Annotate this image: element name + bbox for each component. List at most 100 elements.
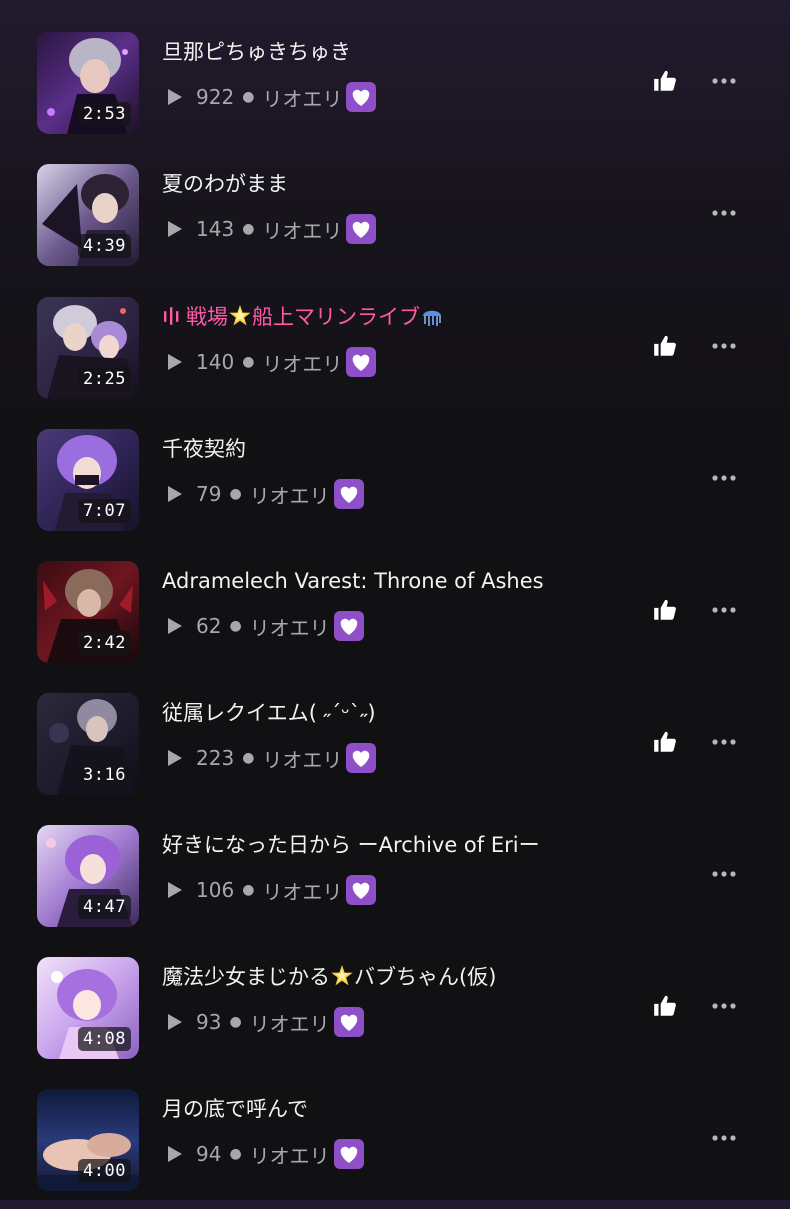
track-row[interactable]: 7:07 千夜契約 79 ● リオエリ <box>0 429 790 549</box>
like-button[interactable] <box>650 331 680 361</box>
track-duration: 4:00 <box>78 1159 131 1183</box>
track-title-live[interactable]: 戦場 船上マリンライブ <box>162 303 632 331</box>
separator-dot: ● <box>229 618 242 634</box>
track-title-main: 船上マリンライブ <box>252 305 420 329</box>
track-title[interactable]: 夏のわがまま <box>162 170 632 198</box>
separator-dot: ● <box>242 221 255 237</box>
play-count: 79 <box>196 482 222 506</box>
track-title-main: バブちゃん(仮) <box>354 965 497 989</box>
purple-heart-icon <box>346 82 377 112</box>
more-options-button[interactable] <box>708 1123 740 1153</box>
track-row[interactable]: 4:00 月の底で呼んで 94 ● リオエリ <box>0 1089 790 1209</box>
artist-name[interactable]: リオエリ <box>250 480 330 509</box>
artist-name[interactable]: リオエリ <box>262 83 342 112</box>
track-thumbnail[interactable]: 4:08 <box>37 957 139 1059</box>
track-thumbnail[interactable]: 4:39 <box>37 164 139 266</box>
play-count: 93 <box>196 1010 222 1034</box>
more-options-button[interactable] <box>708 463 740 493</box>
track-meta: 94 ● リオエリ <box>166 1139 364 1169</box>
track-duration: 3:16 <box>78 763 131 787</box>
track-duration: 4:47 <box>78 895 131 919</box>
track-row[interactable]: 2:53 旦那ピちゅきちゅき 922 ● リオエリ <box>0 32 790 152</box>
track-meta: 223 ● リオエリ <box>166 743 377 773</box>
track-meta: 140 ● リオエリ <box>166 347 377 377</box>
track-thumbnail[interactable]: 4:47 <box>37 825 139 927</box>
separator-dot: ● <box>242 354 255 370</box>
track-list: 2:53 旦那ピちゅきちゅき 922 ● リオエリ 4:39 夏のわがまま 14… <box>0 0 790 1200</box>
artist-name[interactable]: リオエリ <box>250 1008 330 1037</box>
track-duration: 2:25 <box>78 367 131 391</box>
more-options-button[interactable] <box>708 595 740 625</box>
track-meta: 922 ● リオエリ <box>166 82 377 112</box>
like-button[interactable] <box>650 66 680 96</box>
more-icon <box>712 343 736 349</box>
separator-dot: ● <box>229 1146 242 1162</box>
more-options-button[interactable] <box>708 198 740 228</box>
track-row[interactable]: 3:16 従属レクイエム( ˶ˊᵕˋ˶) 223 ● リオエリ <box>0 693 790 813</box>
track-title-prefix: 戦場 <box>186 305 228 329</box>
separator-dot: ● <box>229 486 242 502</box>
more-icon <box>712 210 736 216</box>
artist-name[interactable]: リオエリ <box>250 1140 330 1169</box>
play-count: 223 <box>196 746 235 770</box>
track-row[interactable]: 4:39 夏のわがまま 143 ● リオエリ <box>0 164 790 284</box>
track-thumbnail[interactable]: 2:25 <box>37 297 139 399</box>
thumbs-up-icon <box>654 70 676 91</box>
track-duration: 7:07 <box>78 499 131 523</box>
track-meta: 143 ● リオエリ <box>166 214 377 244</box>
track-title[interactable]: Adramelech Varest: Throne of Ashes <box>162 567 632 595</box>
separator-dot: ● <box>229 1014 242 1030</box>
more-options-button[interactable] <box>708 859 740 889</box>
track-thumbnail[interactable]: 7:07 <box>37 429 139 531</box>
track-row[interactable]: 2:25 戦場 船上マリンライブ 140 ● リオエリ <box>0 297 790 417</box>
more-options-button[interactable] <box>708 727 740 757</box>
more-icon <box>712 739 736 745</box>
track-thumbnail[interactable]: 3:16 <box>37 693 139 795</box>
track-thumbnail[interactable]: 4:00 <box>37 1089 139 1191</box>
purple-heart-icon <box>333 1139 364 1169</box>
track-title[interactable]: 千夜契約 <box>162 435 632 463</box>
track-title[interactable]: 月の底で呼んで <box>162 1095 632 1123</box>
track-thumbnail[interactable]: 2:42 <box>37 561 139 663</box>
track-thumbnail[interactable]: 2:53 <box>37 32 139 134</box>
play-icon <box>168 750 182 766</box>
play-icon <box>168 1014 182 1030</box>
play-icon <box>168 882 182 898</box>
track-title[interactable]: 好きになった日から ーArchive of Eriー <box>162 831 632 859</box>
artist-name[interactable]: リオエリ <box>262 215 342 244</box>
separator-dot: ● <box>242 750 255 766</box>
artist-name[interactable]: リオエリ <box>250 612 330 641</box>
like-button[interactable] <box>650 595 680 625</box>
play-count: 62 <box>196 614 222 638</box>
like-button[interactable] <box>650 991 680 1021</box>
track-meta: 106 ● リオエリ <box>166 875 377 905</box>
like-button[interactable] <box>650 727 680 757</box>
separator-dot: ● <box>242 882 255 898</box>
purple-heart-icon <box>333 1007 364 1037</box>
track-title[interactable]: 従属レクイエム( ˶ˊᵕˋ˶) <box>162 699 632 727</box>
track-duration: 4:39 <box>78 234 131 258</box>
more-options-button[interactable] <box>708 331 740 361</box>
track-row[interactable]: 4:08 魔法少女まじかる バブちゃん(仮) 93 ● リオエリ <box>0 957 790 1077</box>
artist-name[interactable]: リオエリ <box>262 744 342 773</box>
purple-heart-icon <box>346 875 377 905</box>
artist-name[interactable]: リオエリ <box>262 348 342 377</box>
purple-heart-icon <box>346 743 377 773</box>
artist-name[interactable]: リオエリ <box>262 876 342 905</box>
play-count: 143 <box>196 217 235 241</box>
track-title[interactable]: 旦那ピちゅきちゅき <box>162 38 632 66</box>
more-options-button[interactable] <box>708 66 740 96</box>
play-icon <box>168 89 182 105</box>
track-row[interactable]: 2:42 Adramelech Varest: Throne of Ashes … <box>0 561 790 681</box>
glowing-star-icon <box>331 965 353 986</box>
more-options-button[interactable] <box>708 991 740 1021</box>
play-icon <box>168 354 182 370</box>
track-meta: 79 ● リオエリ <box>166 479 364 509</box>
thumbs-up-icon <box>654 731 676 752</box>
track-title-prefix: 魔法少女まじかる <box>162 965 330 989</box>
track-row[interactable]: 4:47 好きになった日から ーArchive of Eriー 106 ● リオ… <box>0 825 790 945</box>
purple-heart-icon <box>346 347 377 377</box>
track-duration: 2:53 <box>78 102 131 126</box>
track-title-star[interactable]: 魔法少女まじかる バブちゃん(仮) <box>162 963 632 991</box>
live-audio-icon <box>164 307 179 325</box>
